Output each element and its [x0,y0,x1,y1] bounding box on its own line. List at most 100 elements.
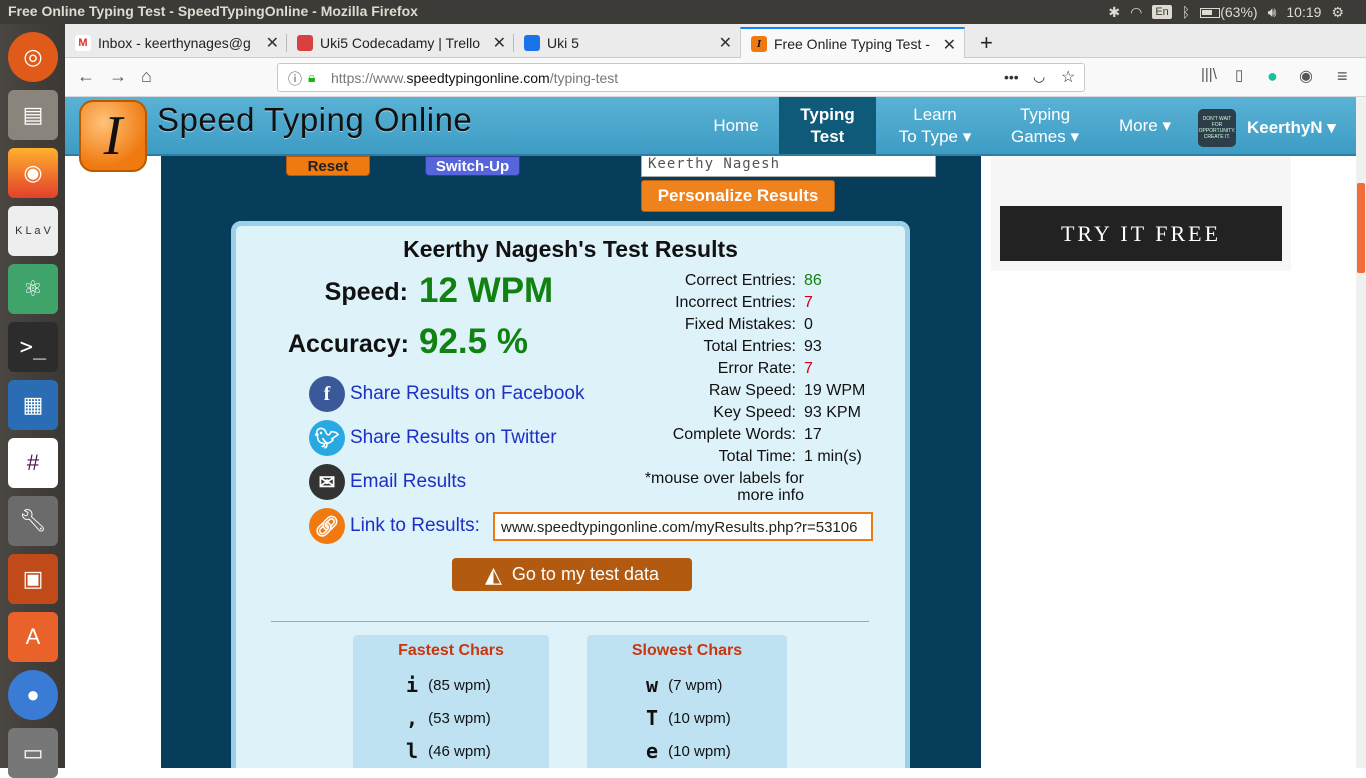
new-tab-button[interactable]: + [970,27,1000,58]
hamburger-menu-icon[interactable]: ≡ [1337,66,1348,87]
char-row: T (10 wpm) [645,706,731,730]
tab-label: Uki 5 [547,34,579,51]
settings-gear-icon[interactable]: ⚙ [1331,4,1344,21]
terminal-icon[interactable]: >_ [8,322,58,372]
clock[interactable]: 10:19 [1286,4,1321,20]
stat-label[interactable]: Complete Words: [626,426,804,448]
firefox-icon[interactable]: ◉ [8,148,58,198]
results-link-field[interactable]: www.speedtypingonline.com/myResults.php?… [493,512,873,541]
atom-editor-icon[interactable]: ⚛ [8,264,58,314]
close-tab-icon[interactable]: ✕ [493,33,506,53]
share-facebook-label[interactable]: Share Results on Facebook [350,383,584,405]
software-center-icon[interactable]: A [8,612,58,662]
avatar[interactable]: DON'T WAIT FOR OPPORTUNITY. CREATE IT. [1198,109,1236,147]
system-settings-icon[interactable]: 🔧︎ [8,496,58,546]
close-tab-icon[interactable]: ✕ [719,33,732,53]
back-arrow-icon[interactable]: ← [77,66,95,87]
char-row: i (85 wpm) [405,673,491,697]
grammarly-icon[interactable]: ● [1267,66,1278,87]
url-text: https://www.speedtypingonline.com/typing… [331,70,619,86]
share-twitter-label[interactable]: Share Results on Twitter [350,427,557,449]
writer-icon[interactable]: ▦ [8,380,58,430]
url-bar[interactable]: ⓘ 🔒︎ https://www.speedtypingonline.com/t… [277,63,1085,92]
site-header: Speed Typing Online Home Typing Test Lear… [65,97,1356,156]
os-top-bar: Free Online Typing Test - SpeedTypingOnl… [0,0,1366,24]
accuracy-label: Accuracy: [288,330,409,358]
info-icon[interactable]: ⓘ [288,69,302,89]
sidebar-icon[interactable]: ▯ [1235,66,1243,84]
impress-icon[interactable]: ▣ [8,554,58,604]
stat-label[interactable]: Total Time: [626,448,804,470]
close-tab-icon[interactable]: ✕ [943,35,956,55]
email-results-link[interactable]: ✉ Email Results [309,464,466,500]
stat-label[interactable]: Correct Entries: [626,272,804,294]
lock-icon[interactable]: 🔒︎ [308,69,315,86]
share-facebook-link[interactable]: f Share Results on Facebook [309,376,584,412]
library-icon[interactable]: |||\ [1201,66,1217,83]
account-icon[interactable]: ◉ [1299,66,1313,86]
user-menu[interactable]: KeerthyN ▾ [1247,118,1336,138]
trello-icon [297,34,313,51]
email-icon: ✉ [309,464,345,500]
stat-label[interactable]: Fixed Mistakes: [626,316,804,338]
slack-tray-icon[interactable]: ✱ [1108,4,1120,21]
name-input[interactable]: Keerthy Nagesh [641,156,936,177]
personalize-results-button[interactable]: Personalize Results [641,180,835,212]
link-to-results: 🔗︎ Link to Results: [309,508,480,544]
tab-label: Inbox - keerthynages@g [98,34,251,51]
battery-indicator[interactable]: (63%) [1200,4,1258,20]
files-icon[interactable]: ▤ [8,90,58,140]
keyboard-layout-indicator[interactable]: En [1152,5,1172,19]
stat-row: Key Speed: 93 KPM [626,404,906,426]
site-logo[interactable]: I [79,100,147,172]
stat-label[interactable]: Total Entries: [626,338,804,360]
chromium-icon[interactable]: ● [8,670,58,720]
share-twitter-link[interactable]: 🐦︎ Share Results on Twitter [309,420,557,456]
reset-button[interactable]: Reset [286,156,370,176]
accuracy-value: 92.5 % [419,322,528,361]
keyboard-app-icon[interactable]: K L a V [8,206,58,256]
email-results-label[interactable]: Email Results [350,471,466,493]
nav-more[interactable]: More ▾ [1105,97,1185,154]
nav-learn-to-type[interactable]: Learn To Type ▾ [890,97,980,154]
nav-typing-test[interactable]: Typing Test [779,97,876,154]
tab-typing-test[interactable]: I Free Online Typing Test - ✕ [740,27,965,58]
bookmark-star-icon[interactable]: ☆ [1061,67,1075,87]
try-it-free-button[interactable]: TRY IT FREE [1000,206,1282,261]
volume-icon[interactable]: 🔊︎ [1268,4,1277,21]
stat-value: 1 min(s) [804,448,862,465]
stat-row: Correct Entries: 86 [626,272,906,294]
stat-row: Total Time: 1 min(s) [626,448,906,470]
browser-nav-bar: ← → ⌂ ⓘ 🔒︎ https://www.speedtypingonline… [65,58,1366,97]
site-brand[interactable]: Speed Typing Online [157,101,472,139]
usb-creator-icon[interactable]: ▭ [8,728,58,778]
scrollbar-thumb[interactable] [1357,183,1365,273]
slack-icon[interactable]: # [8,438,58,488]
close-tab-icon[interactable]: ✕ [266,33,279,53]
stat-label[interactable]: Key Speed: [626,404,804,426]
page-scrollbar[interactable] [1356,97,1366,768]
results-card: Keerthy Nagesh's Test Results Speed: 12 … [231,221,910,768]
page-actions-icon[interactable]: ••• [1004,69,1019,85]
ubuntu-dash-icon[interactable]: ◎ [8,32,58,82]
nav-home[interactable]: Home [701,97,771,154]
stat-label[interactable]: Error Rate: [626,360,804,382]
bluetooth-icon[interactable]: ᛒ [1182,4,1190,20]
stat-label[interactable]: Incorrect Entries: [626,294,804,316]
switch-up-button[interactable]: Switch-Up [425,156,520,176]
forward-arrow-icon[interactable]: → [109,66,127,87]
char-row: e (10 wpm) [645,739,731,763]
home-icon[interactable]: ⌂ [141,66,152,87]
tab-trello[interactable]: Uki5 Codecadamy | Trello ✕ [287,27,514,58]
wifi-icon[interactable]: ◠ [1130,4,1142,21]
go-to-test-data-button[interactable]: ◭ Go to my test data [452,558,692,591]
pocket-icon[interactable]: ◡ [1033,68,1045,85]
tab-gmail[interactable]: M Inbox - keerthynages@g ✕ [65,27,287,58]
stat-label[interactable]: Raw Speed: [626,382,804,404]
nav-typing-games[interactable]: Typing Games ▾ [1005,97,1085,154]
twitter-icon: 🐦︎ [309,420,345,456]
speed-label: Speed: [324,278,408,306]
tab-uki5[interactable]: Uki 5 ✕ [514,27,740,58]
results-title: Keerthy Nagesh's Test Results [403,236,738,262]
browser-tab-bar: M Inbox - keerthynages@g ✕ Uki5 Codecada… [65,24,1366,58]
